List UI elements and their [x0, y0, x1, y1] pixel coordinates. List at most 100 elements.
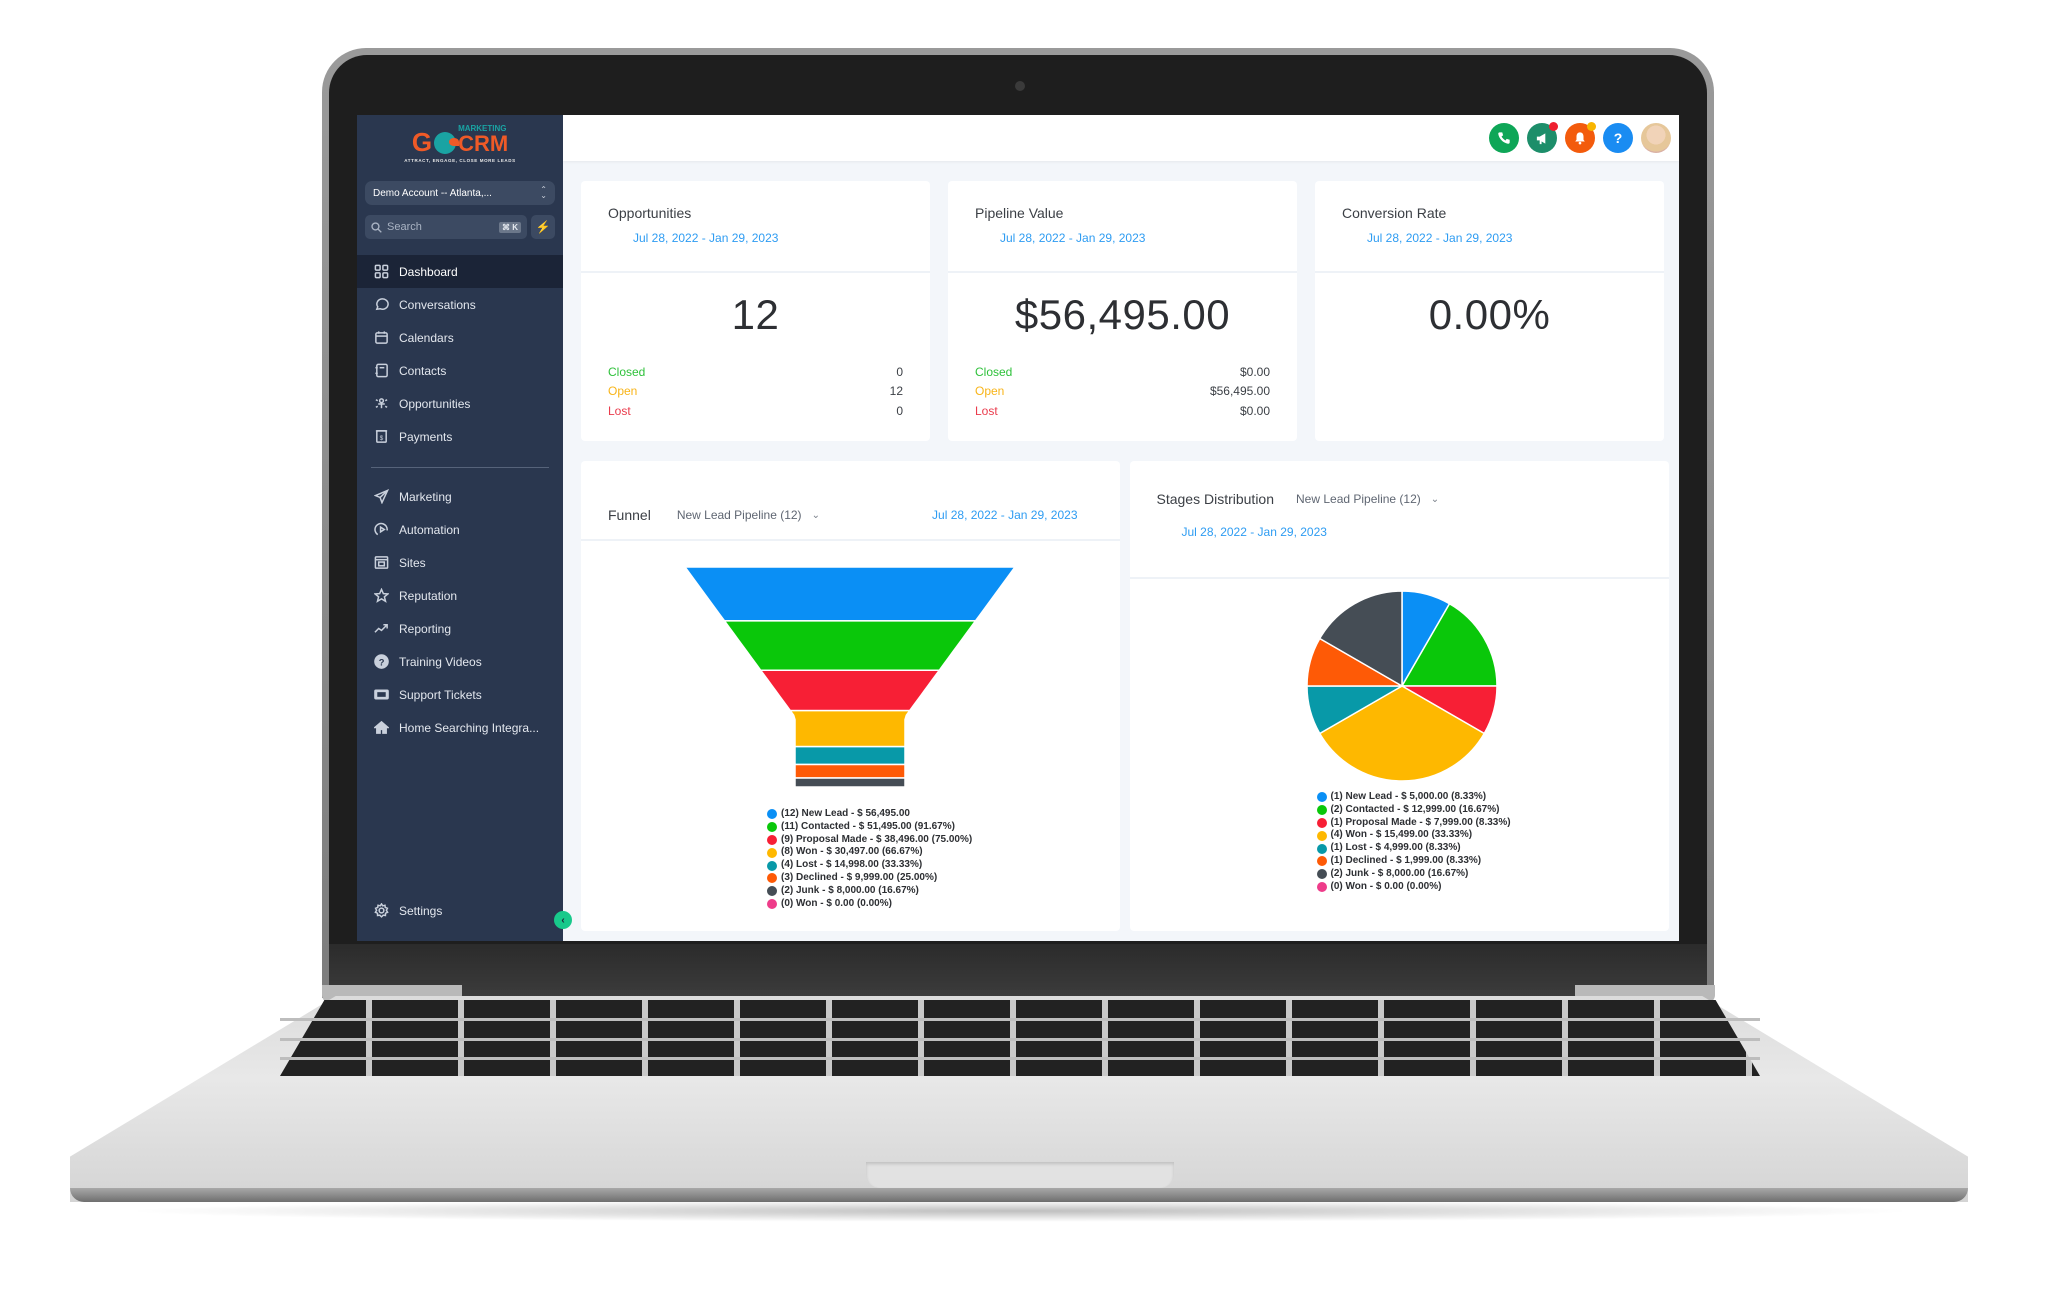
sidebar-item-opportunities[interactable]: Opportunities — [357, 387, 563, 420]
funnel-segment-declined[interactable] — [794, 763, 906, 779]
legend-marker — [767, 898, 777, 909]
legend-item[interactable]: (2) Junk - $ 8,000.00 (16.67%) — [767, 885, 972, 898]
svg-text:$: $ — [379, 435, 383, 442]
legend-item[interactable]: (12) New Lead - $ 56,495.00 — [767, 808, 972, 821]
funnel-segment-proposal-made[interactable] — [759, 669, 941, 712]
trend-up-icon — [373, 621, 389, 637]
sidebar-divider — [371, 467, 549, 468]
search-input[interactable]: Search ⌘ K — [365, 215, 527, 239]
legend-item[interactable]: (8) Won - $ 30,497.00 (66.67%) — [767, 846, 972, 859]
legend-item[interactable]: (1) Lost - $ 4,999.00 (8.33%) — [1316, 842, 1511, 855]
calendar-icon — [373, 330, 389, 346]
funnel-segment-new-lead[interactable] — [683, 566, 1017, 622]
legend-item[interactable]: (9) Proposal Made - $ 38,496.00 (75.00%) — [767, 834, 972, 847]
stat-row-closed: Closed $0.00 — [975, 365, 1270, 385]
stat-label: Closed — [608, 364, 646, 379]
legend-marker — [1316, 869, 1327, 880]
sidebar-item-marketing[interactable]: Marketing — [357, 480, 563, 513]
sidebar-item-label: Payments — [399, 429, 453, 444]
phone-button[interactable] — [1489, 123, 1519, 153]
legend-label: (2) Junk - $ 8,000.00 (16.67%) — [781, 884, 919, 896]
sidebar-item-reporting[interactable]: Reporting — [357, 612, 563, 645]
legend-item[interactable]: (1) Proposal Made - $ 7,999.00 (8.33%) — [1316, 817, 1511, 830]
legend-item[interactable]: (11) Contacted - $ 51,495.00 (91.67%) — [767, 821, 972, 834]
automation-play-icon — [373, 522, 389, 538]
date-range-link[interactable]: Jul 28, 2022 - Jan 29, 2023 — [932, 508, 1077, 522]
card-value: $56,495.00 — [1014, 291, 1231, 338]
legend-item[interactable]: (1) Declined - $ 1,999.00 (8.33%) — [1316, 854, 1511, 868]
legend-item[interactable]: (4) Won - $ 15,499.00 (33.33%) — [1316, 829, 1511, 842]
legend-item[interactable]: (0) Won - $ 0.00 (0.00%) — [767, 898, 972, 911]
stat-row-closed: Closed 0 — [608, 365, 903, 385]
legend-label: (0) Won - $ 0.00 (0.00%) — [781, 897, 892, 909]
sidebar-item-home-searching[interactable]: Home Searching Integra... — [357, 711, 563, 744]
legend-label: (1) Declined - $ 1,999.00 (8.33%) — [1330, 854, 1482, 866]
sidebar-item-support-tickets[interactable]: Support Tickets — [357, 678, 563, 711]
date-range-link[interactable]: Jul 28, 2022 - Jan 29, 2023 — [1182, 525, 1670, 539]
legend-label: (8) Won - $ 30,497.00 (66.67%) — [781, 846, 923, 858]
sidebar-item-contacts[interactable]: Contacts — [357, 354, 563, 387]
chevron-left-icon: ‹ — [561, 914, 565, 926]
funnel-segment-contacted[interactable] — [723, 620, 977, 672]
legend-marker — [1316, 817, 1327, 828]
legend-item[interactable]: (2) Contacted - $ 12,999.00 (16.67%) — [1316, 804, 1511, 817]
megaphone-icon — [1536, 132, 1545, 144]
notifications-button[interactable] — [1565, 122, 1596, 153]
sidebar-item-reputation[interactable]: Reputation — [357, 579, 563, 612]
date-range-link[interactable]: Jul 28, 2022 - Jan 29, 2023 — [608, 231, 930, 245]
sidebar-item-conversations[interactable]: Conversations — [357, 288, 563, 321]
funnel-segment-junk[interactable] — [794, 777, 906, 788]
app-logo[interactable]: G MARKETING CRM ATTRACT, ENGAGE, CLOSE M… — [357, 115, 563, 175]
help-button[interactable]: ? — [1603, 123, 1633, 153]
account-switcher[interactable]: Demo Account -- Atlanta,... ⌃ ⌄ — [365, 181, 555, 205]
date-range-link[interactable]: Jul 28, 2022 - Jan 29, 2023 — [975, 231, 1297, 245]
lightning-bolt-icon: ⚡ — [535, 220, 551, 234]
stat-label: Closed — [975, 364, 1013, 379]
panel-title: Stages Distribution — [1156, 491, 1275, 507]
legend-label: (12) New Lead - $ 56,495.00 — [781, 808, 910, 819]
laptop-lid: G MARKETING CRM ATTRACT, ENGAGE, CLOSE M… — [322, 48, 1714, 998]
legend-item[interactable]: (2) Junk - $ 8,000.00 (16.67%) — [1316, 868, 1511, 881]
funnel-segment-lost[interactable] — [794, 745, 906, 766]
star-icon — [373, 588, 389, 604]
legend-item[interactable]: (0) Won - $ 0.00 (0.00%) — [1316, 881, 1511, 894]
sidebar-item-calendars[interactable]: Calendars — [357, 321, 563, 354]
stat-value: 0 — [896, 403, 903, 418]
lid-opening-notch — [866, 1162, 1174, 1188]
legend-label: (9) Proposal Made - $ 38,496.00 (75.00%) — [781, 833, 973, 845]
chevron-down-icon: ⌄ — [811, 509, 820, 521]
funnel-segment-won[interactable] — [788, 709, 912, 748]
conversion-rate-card: Conversion Rate Jul 28, 2022 - Jan 29, 2… — [1315, 181, 1664, 441]
sidebar-item-dashboard[interactable]: Dashboard — [357, 255, 563, 288]
card-title: Opportunities — [608, 205, 692, 221]
quick-action-button[interactable]: ⚡ — [531, 215, 555, 239]
legend-marker — [1316, 830, 1327, 841]
stages-pie-chart — [1305, 590, 1498, 782]
pipeline-select[interactable]: New Lead Pipeline (12) ⌄ — [677, 508, 820, 522]
date-range-link[interactable]: Jul 28, 2022 - Jan 29, 2023 — [1342, 231, 1664, 245]
sidebar-item-label: Contacts — [399, 363, 447, 378]
phone-icon — [1498, 132, 1510, 144]
gear-icon — [373, 903, 389, 919]
legend-marker — [1316, 856, 1327, 867]
stat-label: Open — [975, 384, 1005, 398]
announcements-badge — [1549, 122, 1558, 131]
announcements-button[interactable] — [1527, 122, 1558, 153]
browser-window-icon — [373, 555, 389, 571]
sidebar: G MARKETING CRM ATTRACT, ENGAGE, CLOSE M… — [357, 115, 572, 941]
stat-value: 0 — [896, 364, 903, 379]
sidebar-item-payments[interactable]: $ Payments — [357, 420, 563, 453]
sidebar-item-settings[interactable]: Settings — [357, 894, 563, 927]
sidebar-item-sites[interactable]: Sites — [357, 546, 563, 579]
question-circle-icon: ? — [373, 654, 389, 670]
account-name: Demo Account -- Atlanta,... — [373, 187, 492, 199]
pipeline-select[interactable]: New Lead Pipeline (12) ⌄ — [1296, 492, 1439, 506]
legend-item[interactable]: (1) New Lead - $ 5,000.00 (8.33%) — [1316, 791, 1511, 804]
legend-item[interactable]: (4) Lost - $ 14,998.00 (33.33%) — [767, 859, 972, 872]
collapse-sidebar-button[interactable]: ‹ — [554, 911, 572, 929]
sidebar-item-automation[interactable]: Automation — [357, 513, 563, 546]
sidebar-item-training-videos[interactable]: ? Training Videos — [357, 645, 563, 678]
legend-item[interactable]: (3) Declined - $ 9,999.00 (25.00%) — [767, 872, 972, 885]
user-avatar[interactable] — [1641, 123, 1671, 153]
stages-distribution-panel: Stages Distribution New Lead Pipeline (1… — [1129, 461, 1670, 931]
